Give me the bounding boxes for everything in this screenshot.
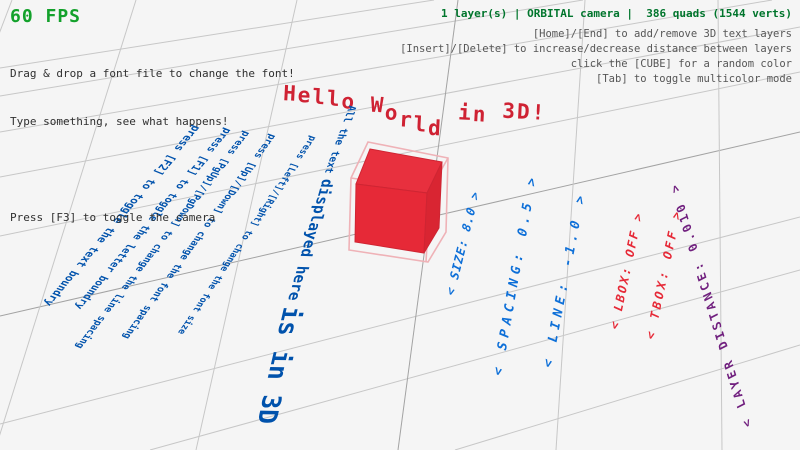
hint-multicolor: [Tab] to toggle multicolor mode: [596, 73, 792, 85]
info-camera: Press [F3] to toggle the camera: [10, 210, 295, 226]
info-gap: [10, 162, 295, 178]
cube-front-face[interactable]: [355, 184, 427, 253]
raylib-3d-text-demo-window: Hello World in 3D! press [F2] to toggle …: [0, 0, 800, 450]
hint-cube-color: click the [CUBE] for a random color: [571, 58, 792, 70]
stats-line: 1 layer(s) | ORBITAL camera | 386 quads …: [441, 7, 792, 20]
hint-distance: [Insert]/[Delete] to increase/decrease d…: [400, 43, 792, 55]
cube[interactable]: [355, 149, 442, 253]
fps-counter: 60 FPS: [10, 6, 81, 27]
hint-layers: [Home]/[End] to add/remove 3D text layer…: [533, 28, 792, 40]
info-drag-drop: Drag & drop a font file to change the fo…: [10, 66, 295, 82]
info-block: Drag & drop a font file to change the fo…: [10, 34, 295, 258]
info-type: Type something, see what happens!: [10, 114, 295, 130]
